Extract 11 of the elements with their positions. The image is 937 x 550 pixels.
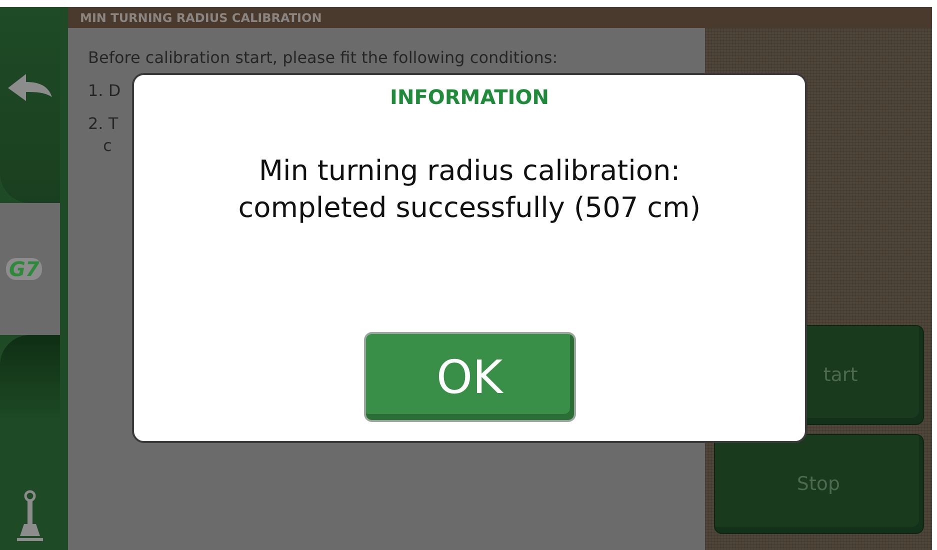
ok-button[interactable]: OK [364, 332, 576, 422]
step-text: 2. T [88, 114, 118, 133]
dialog-message: Min turning radius calibration: completed successfully (507 cm) [238, 153, 701, 226]
dialog-title: INFORMATION [390, 85, 549, 109]
step-text: c [103, 136, 112, 155]
logo[interactable]: G7 [6, 258, 42, 280]
joystick-icon[interactable] [17, 490, 43, 542]
screen-title: MIN TURNING RADIUS CALIBRATION [80, 10, 322, 24]
instruction-text: Before calibration start, please fit the following conditions: [88, 48, 559, 67]
back-arrow-icon[interactable] [8, 73, 52, 103]
step-text: 1. D [88, 81, 121, 100]
